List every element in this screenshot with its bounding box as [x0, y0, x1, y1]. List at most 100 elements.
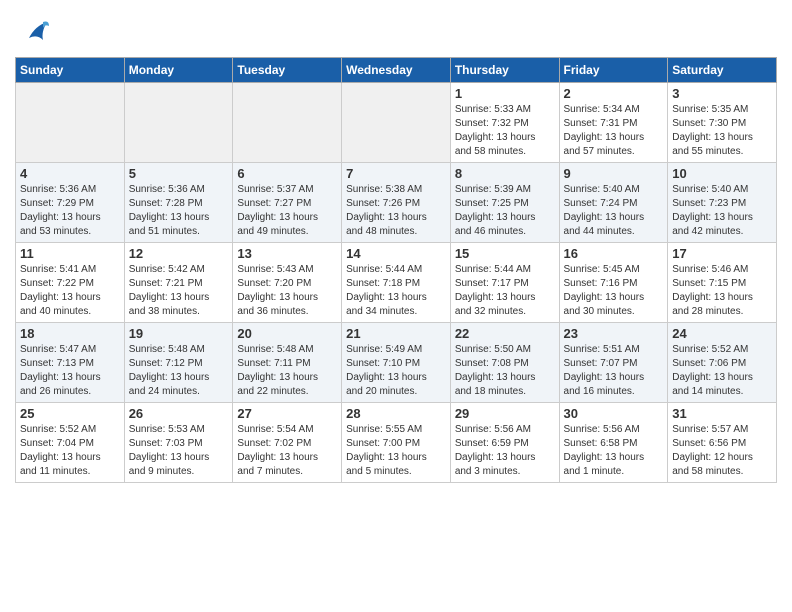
day-number: 11 [20, 246, 120, 261]
day-detail: Sunrise: 5:45 AM Sunset: 7:16 PM Dayligh… [564, 263, 664, 319]
calendar-day-cell: 10 Sunrise: 5:40 AM Sunset: 7:23 PM Dayli… [668, 163, 777, 243]
calendar-day-cell: 13 Sunrise: 5:43 AM Sunset: 7:20 PM Dayli… [233, 243, 342, 323]
calendar-day-cell: 30 Sunrise: 5:56 AM Sunset: 6:58 PM Dayli… [559, 403, 668, 483]
day-detail: Sunrise: 5:46 AM Sunset: 7:15 PM Dayligh… [672, 263, 772, 319]
weekday-header-monday: Monday [124, 58, 233, 83]
day-number: 8 [455, 166, 555, 181]
day-detail: Sunrise: 5:49 AM Sunset: 7:10 PM Dayligh… [346, 343, 446, 399]
day-number: 12 [129, 246, 229, 261]
day-detail: Sunrise: 5:55 AM Sunset: 7:00 PM Dayligh… [346, 423, 446, 479]
day-number: 2 [564, 86, 664, 101]
day-detail: Sunrise: 5:38 AM Sunset: 7:26 PM Dayligh… [346, 183, 446, 239]
calendar-day-cell: 2 Sunrise: 5:34 AM Sunset: 7:31 PM Daylig… [559, 83, 668, 163]
day-number: 21 [346, 326, 446, 341]
day-detail: Sunrise: 5:35 AM Sunset: 7:30 PM Dayligh… [672, 103, 772, 159]
day-number: 18 [20, 326, 120, 341]
day-number: 22 [455, 326, 555, 341]
day-number: 26 [129, 406, 229, 421]
day-detail: Sunrise: 5:40 AM Sunset: 7:23 PM Dayligh… [672, 183, 772, 239]
day-detail: Sunrise: 5:56 AM Sunset: 6:58 PM Dayligh… [564, 423, 664, 479]
calendar-empty-cell [124, 83, 233, 163]
calendar-day-cell: 6Sunrise: 5:37 AM Sunset: 7:27 PM Daylig… [233, 163, 342, 243]
calendar-day-cell: 20Sunrise: 5:48 AM Sunset: 7:11 PM Dayli… [233, 323, 342, 403]
day-number: 19 [129, 326, 229, 341]
day-detail: Sunrise: 5:41 AM Sunset: 7:22 PM Dayligh… [20, 263, 120, 319]
day-number: 23 [564, 326, 664, 341]
calendar-day-cell: 23 Sunrise: 5:51 AM Sunset: 7:07 PM Dayli… [559, 323, 668, 403]
day-detail: Sunrise: 5:43 AM Sunset: 7:20 PM Dayligh… [237, 263, 337, 319]
day-detail: Sunrise: 5:53 AM Sunset: 7:03 PM Dayligh… [129, 423, 229, 479]
calendar-day-cell: 3 Sunrise: 5:35 AM Sunset: 7:30 PM Daylig… [668, 83, 777, 163]
calendar-week-row: 25 Sunrise: 5:52 AM Sunset: 7:04 PM Dayli… [16, 403, 777, 483]
day-detail: Sunrise: 5:44 AM Sunset: 7:17 PM Dayligh… [455, 263, 555, 319]
calendar-week-row: 4Sunrise: 5:36 AM Sunset: 7:29 PM Daylig… [16, 163, 777, 243]
weekday-header-sunday: Sunday [16, 58, 125, 83]
calendar-day-cell: 28 Sunrise: 5:55 AM Sunset: 7:00 PM Dayli… [342, 403, 451, 483]
day-detail: Sunrise: 5:33 AM Sunset: 7:32 PM Dayligh… [455, 103, 555, 159]
page-header [15, 10, 777, 51]
calendar-day-cell: 1 Sunrise: 5:33 AM Sunset: 7:32 PM Daylig… [450, 83, 559, 163]
calendar-day-cell: 27 Sunrise: 5:54 AM Sunset: 7:02 PM Dayli… [233, 403, 342, 483]
day-detail: Sunrise: 5:51 AM Sunset: 7:07 PM Dayligh… [564, 343, 664, 399]
calendar-empty-cell [16, 83, 125, 163]
calendar-day-cell: 4Sunrise: 5:36 AM Sunset: 7:29 PM Daylig… [16, 163, 125, 243]
day-number: 9 [564, 166, 664, 181]
calendar-day-cell: 25 Sunrise: 5:52 AM Sunset: 7:04 PM Dayli… [16, 403, 125, 483]
day-detail: Sunrise: 5:56 AM Sunset: 6:59 PM Dayligh… [455, 423, 555, 479]
day-number: 16 [564, 246, 664, 261]
day-number: 30 [564, 406, 664, 421]
day-detail: Sunrise: 5:36 AM Sunset: 7:29 PM Dayligh… [20, 183, 120, 239]
calendar-day-cell: 7 Sunrise: 5:38 AM Sunset: 7:26 PM Daylig… [342, 163, 451, 243]
day-detail: Sunrise: 5:52 AM Sunset: 7:06 PM Dayligh… [672, 343, 772, 399]
calendar-day-cell: 5Sunrise: 5:36 AM Sunset: 7:28 PM Daylig… [124, 163, 233, 243]
day-number: 31 [672, 406, 772, 421]
weekday-header-tuesday: Tuesday [233, 58, 342, 83]
calendar-week-row: 18Sunrise: 5:47 AM Sunset: 7:13 PM Dayli… [16, 323, 777, 403]
calendar-day-cell: 18Sunrise: 5:47 AM Sunset: 7:13 PM Dayli… [16, 323, 125, 403]
calendar-header-row: SundayMondayTuesdayWednesdayThursdayFrid… [16, 58, 777, 83]
day-number: 27 [237, 406, 337, 421]
day-detail: Sunrise: 5:54 AM Sunset: 7:02 PM Dayligh… [237, 423, 337, 479]
logo [15, 10, 51, 51]
day-number: 3 [672, 86, 772, 101]
calendar-day-cell: 8Sunrise: 5:39 AM Sunset: 7:25 PM Daylig… [450, 163, 559, 243]
day-number: 28 [346, 406, 446, 421]
day-detail: Sunrise: 5:40 AM Sunset: 7:24 PM Dayligh… [564, 183, 664, 239]
calendar-day-cell: 17 Sunrise: 5:46 AM Sunset: 7:15 PM Dayli… [668, 243, 777, 323]
calendar-week-row: 11 Sunrise: 5:41 AM Sunset: 7:22 PM Dayli… [16, 243, 777, 323]
day-detail: Sunrise: 5:42 AM Sunset: 7:21 PM Dayligh… [129, 263, 229, 319]
day-detail: Sunrise: 5:36 AM Sunset: 7:28 PM Dayligh… [129, 183, 229, 239]
day-detail: Sunrise: 5:57 AM Sunset: 6:56 PM Dayligh… [672, 423, 772, 479]
weekday-header-friday: Friday [559, 58, 668, 83]
day-number: 24 [672, 326, 772, 341]
calendar-day-cell: 12 Sunrise: 5:42 AM Sunset: 7:21 PM Dayli… [124, 243, 233, 323]
weekday-header-saturday: Saturday [668, 58, 777, 83]
calendar-day-cell: 22Sunrise: 5:50 AM Sunset: 7:08 PM Dayli… [450, 323, 559, 403]
day-detail: Sunrise: 5:44 AM Sunset: 7:18 PM Dayligh… [346, 263, 446, 319]
day-detail: Sunrise: 5:34 AM Sunset: 7:31 PM Dayligh… [564, 103, 664, 159]
day-number: 25 [20, 406, 120, 421]
calendar-day-cell: 24 Sunrise: 5:52 AM Sunset: 7:06 PM Dayli… [668, 323, 777, 403]
day-number: 29 [455, 406, 555, 421]
day-number: 13 [237, 246, 337, 261]
logo-bird-icon [21, 18, 51, 51]
calendar-day-cell: 19 Sunrise: 5:48 AM Sunset: 7:12 PM Dayli… [124, 323, 233, 403]
calendar-day-cell: 29 Sunrise: 5:56 AM Sunset: 6:59 PM Dayli… [450, 403, 559, 483]
day-detail: Sunrise: 5:48 AM Sunset: 7:12 PM Dayligh… [129, 343, 229, 399]
calendar-day-cell: 14 Sunrise: 5:44 AM Sunset: 7:18 PM Dayli… [342, 243, 451, 323]
calendar-empty-cell [233, 83, 342, 163]
calendar-day-cell: 9 Sunrise: 5:40 AM Sunset: 7:24 PM Daylig… [559, 163, 668, 243]
weekday-header-thursday: Thursday [450, 58, 559, 83]
day-detail: Sunrise: 5:37 AM Sunset: 7:27 PM Dayligh… [237, 183, 337, 239]
day-number: 17 [672, 246, 772, 261]
day-number: 14 [346, 246, 446, 261]
calendar-day-cell: 15Sunrise: 5:44 AM Sunset: 7:17 PM Dayli… [450, 243, 559, 323]
day-detail: Sunrise: 5:52 AM Sunset: 7:04 PM Dayligh… [20, 423, 120, 479]
day-number: 10 [672, 166, 772, 181]
day-number: 20 [237, 326, 337, 341]
calendar-day-cell: 31 Sunrise: 5:57 AM Sunset: 6:56 PM Dayli… [668, 403, 777, 483]
calendar-day-cell: 16 Sunrise: 5:45 AM Sunset: 7:16 PM Dayli… [559, 243, 668, 323]
day-number: 7 [346, 166, 446, 181]
calendar-week-row: 1 Sunrise: 5:33 AM Sunset: 7:32 PM Daylig… [16, 83, 777, 163]
day-number: 1 [455, 86, 555, 101]
